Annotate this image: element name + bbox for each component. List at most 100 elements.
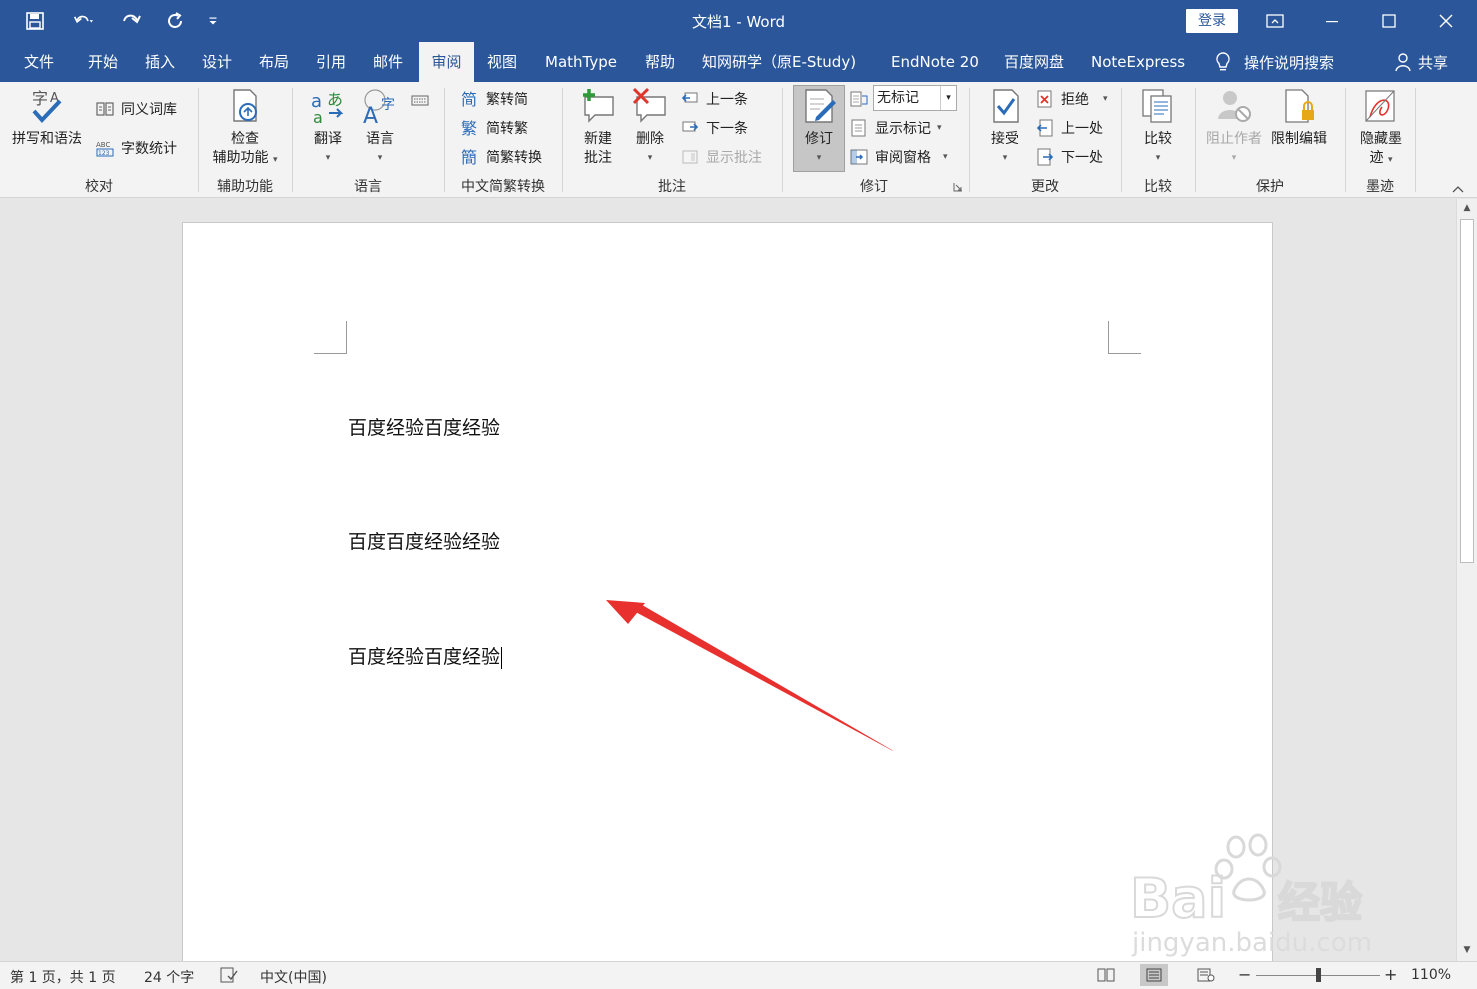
tab-references[interactable]: 引用 bbox=[316, 42, 346, 82]
group-changes-label: 更改 bbox=[1031, 179, 1059, 195]
restrict-editing-label: 限制编辑 bbox=[1271, 131, 1327, 147]
keyboard-button[interactable] bbox=[410, 88, 430, 112]
tab-home[interactable]: 开始 bbox=[88, 42, 118, 82]
chevron-down-icon: ▾ bbox=[1155, 153, 1161, 163]
zoom-in-icon[interactable]: + bbox=[1384, 965, 1397, 984]
share-button[interactable]: 共享 bbox=[1394, 42, 1448, 82]
language-status[interactable]: 中文(中国) bbox=[260, 967, 327, 987]
spelling-grammar-button[interactable]: 字A 拼写和语法 bbox=[12, 86, 82, 149]
show-markup-button[interactable]: 显示标记 ▾ bbox=[849, 116, 942, 140]
simplified-to-traditional-button[interactable]: 繁 简转繁 bbox=[460, 116, 528, 140]
tab-layout[interactable]: 布局 bbox=[259, 42, 289, 82]
tab-noteexpress[interactable]: NoteExpress bbox=[1091, 42, 1185, 82]
paragraph-3[interactable]: 百度经验百度经验 bbox=[348, 642, 503, 669]
check-accessibility-button[interactable]: 检查 辅助功能 ▾ bbox=[208, 86, 282, 170]
show-comments-button[interactable]: 显示批注 bbox=[680, 145, 762, 169]
translate-button[interactable]: aあa 翻译 ▾ bbox=[308, 86, 348, 168]
scrollbar-thumb[interactable] bbox=[1460, 219, 1474, 563]
tab-help[interactable]: 帮助 bbox=[645, 42, 675, 82]
share-label: 共享 bbox=[1418, 53, 1449, 72]
group-accessibility-label: 辅助功能 bbox=[217, 179, 273, 195]
word-count-button[interactable]: ABC 123 字数统计 bbox=[95, 136, 177, 160]
proofing-status-icon[interactable] bbox=[220, 967, 238, 983]
chinese-conversion-button[interactable]: 簡 简繁转换 bbox=[460, 145, 542, 169]
paragraph-2[interactable]: 百度百度经验经验 bbox=[348, 527, 500, 554]
tab-review[interactable]: 审阅 bbox=[419, 42, 474, 82]
accept-change-button[interactable]: 接受 ▾ bbox=[985, 86, 1025, 168]
chevron-down-icon[interactable]: ▾ bbox=[940, 86, 956, 110]
zoom-level[interactable]: 110% bbox=[1411, 967, 1451, 983]
vertical-scrollbar[interactable]: ▲ ▼ bbox=[1456, 199, 1477, 961]
paragraph-1[interactable]: 百度经验百度经验 bbox=[348, 413, 500, 440]
tab-mathtype[interactable]: MathType bbox=[545, 42, 617, 82]
group-protect-label: 保护 bbox=[1256, 179, 1284, 195]
login-button[interactable]: 登录 bbox=[1186, 9, 1238, 33]
markup-display-dropdown[interactable]: 无标记 ▾ bbox=[873, 85, 957, 111]
reviewing-pane-icon bbox=[850, 149, 868, 165]
reviewing-pane-label: 审阅窗格 bbox=[875, 150, 931, 166]
document-page[interactable]: 百度经验百度经验 百度百度经验经验 百度经验百度经验 bbox=[182, 222, 1273, 982]
compare-button[interactable]: 比较 ▾ bbox=[1138, 86, 1178, 168]
svg-text:ABC: ABC bbox=[96, 141, 110, 149]
hide-ink-button[interactable]: 隐藏墨 迹 ▾ bbox=[1356, 86, 1406, 170]
reject-change-button[interactable]: 拒绝 ▾ bbox=[1035, 87, 1108, 111]
new-comment-button[interactable]: 新建 批注 bbox=[578, 86, 618, 168]
delete-comment-button[interactable]: 删除 ▾ bbox=[630, 86, 670, 168]
group-language-label: 语言 bbox=[354, 179, 382, 195]
page-count[interactable]: 第 1 页，共 1 页 bbox=[10, 967, 116, 987]
group-tracking-label: 修订 bbox=[860, 179, 888, 195]
traditional-to-simplified-button[interactable]: 简 繁转简 bbox=[460, 87, 528, 111]
accept-label: 接受 bbox=[991, 131, 1019, 147]
next-change-label: 下一处 bbox=[1061, 150, 1103, 166]
dialog-launcher-icon[interactable] bbox=[953, 182, 963, 192]
read-mode-button[interactable] bbox=[1092, 964, 1120, 986]
tab-design[interactable]: 设计 bbox=[202, 42, 232, 82]
zoom-out-icon[interactable]: − bbox=[1238, 965, 1251, 984]
previous-comment-label: 上一条 bbox=[706, 92, 748, 108]
tab-file[interactable]: 文件 bbox=[24, 42, 54, 82]
check-accessibility-line2: 辅助功能 bbox=[212, 150, 269, 166]
next-change-button[interactable]: 下一处 bbox=[1035, 145, 1103, 169]
previous-comment-button[interactable]: 上一条 bbox=[680, 87, 748, 111]
restrict-editing-icon bbox=[1285, 89, 1314, 123]
tab-cnki[interactable]: 知网研学（原E-Study) bbox=[702, 42, 856, 82]
translate-icon: a あa bbox=[311, 90, 344, 125]
tab-baidu-netdisk[interactable]: 百度网盘 bbox=[1004, 42, 1064, 82]
next-comment-button[interactable]: 下一条 bbox=[680, 116, 748, 140]
thesaurus-button[interactable]: 同义词库 bbox=[95, 97, 177, 121]
block-authors-button[interactable]: 阻止作者 ▾ bbox=[1206, 86, 1262, 168]
delete-comment-label: 删除 bbox=[636, 131, 664, 147]
tab-mailings[interactable]: 邮件 bbox=[373, 42, 403, 82]
ribbon-display-options-button[interactable] bbox=[1247, 0, 1303, 42]
word-count[interactable]: 24 个字 bbox=[144, 967, 194, 987]
tell-me-search[interactable]: 操作说明搜索 bbox=[1214, 42, 1334, 82]
tab-view[interactable]: 视图 bbox=[487, 42, 517, 82]
print-layout-button[interactable] bbox=[1140, 964, 1168, 986]
web-layout-button[interactable] bbox=[1192, 964, 1220, 986]
close-button[interactable] bbox=[1418, 0, 1474, 42]
zoom-slider-thumb[interactable] bbox=[1316, 968, 1321, 982]
track-changes-button[interactable]: 修订 ▾ bbox=[793, 85, 845, 172]
language-button[interactable]: A字 语言 ▾ bbox=[360, 86, 400, 168]
svg-text:a: a bbox=[313, 108, 323, 125]
show-markup-icon bbox=[851, 119, 866, 137]
new-comment-icon bbox=[583, 89, 614, 123]
minimize-button[interactable] bbox=[1304, 0, 1360, 42]
traditional-char-icon: 繁 bbox=[461, 119, 477, 137]
restrict-editing-button[interactable]: 限制编辑 bbox=[1271, 86, 1327, 149]
collapse-ribbon-icon[interactable] bbox=[1451, 184, 1465, 194]
scroll-up-icon[interactable]: ▲ bbox=[1457, 199, 1477, 217]
markup-view-icon-wrap bbox=[849, 87, 869, 111]
previous-change-button[interactable]: 上一处 bbox=[1035, 116, 1103, 140]
group-proofing-label: 校对 bbox=[85, 179, 113, 195]
reviewing-pane-button[interactable]: 审阅窗格 ▾ bbox=[849, 145, 948, 169]
hide-ink-line1: 隐藏墨 bbox=[1360, 131, 1402, 147]
translate-label: 翻译 bbox=[314, 131, 342, 147]
chevron-down-icon: ▾ bbox=[1002, 153, 1008, 163]
maximize-button[interactable] bbox=[1361, 0, 1417, 42]
tab-endnote[interactable]: EndNote 20 bbox=[891, 42, 979, 82]
tab-insert[interactable]: 插入 bbox=[145, 42, 175, 82]
chevron-down-icon: ▾ bbox=[1103, 94, 1108, 104]
chinese-conversion-label: 简繁转换 bbox=[486, 150, 542, 166]
scroll-down-icon[interactable]: ▼ bbox=[1457, 941, 1477, 959]
